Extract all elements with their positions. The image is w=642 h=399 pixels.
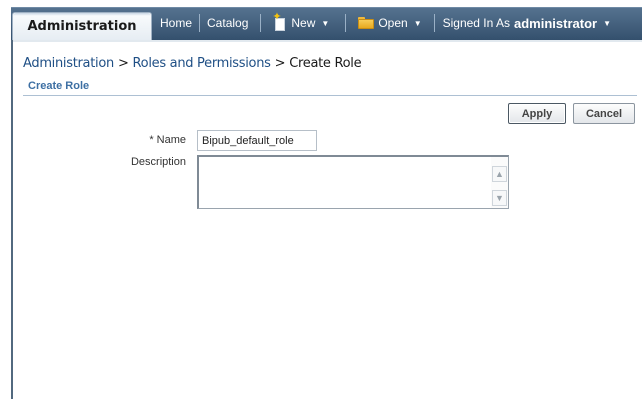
global-nav: Home Catalog ✦ New ▼ Open ▼ Signed In As… <box>156 12 615 34</box>
breadcrumb-roles-permissions[interactable]: Roles and Permissions <box>133 56 271 71</box>
name-field[interactable] <box>197 130 317 151</box>
nav-new-menu[interactable]: ✦ New ▼ <box>269 12 333 31</box>
description-label: Description <box>130 156 186 168</box>
name-label-row: * Name <box>100 134 186 146</box>
nav-divider <box>260 14 262 32</box>
breadcrumb-separator: > <box>117 56 129 71</box>
nav-divider <box>433 14 435 32</box>
required-marker: * <box>149 134 154 146</box>
nav-home[interactable]: Home <box>156 16 196 30</box>
breadcrumb-current: Create Role <box>289 56 362 71</box>
section-divider <box>23 95 637 96</box>
nav-divider <box>199 14 201 32</box>
section-title: Create Role <box>28 80 90 92</box>
chevron-down-icon: ▼ <box>321 18 330 28</box>
chevron-down-icon: ▼ <box>413 18 422 28</box>
description-field[interactable]: ▲ ▼ <box>197 155 509 209</box>
breadcrumb-administration[interactable]: Administration <box>23 56 114 71</box>
breadcrumb-separator: > <box>274 56 286 71</box>
breadcrumb: Administration > Roles and Permissions > Cre… <box>23 56 362 71</box>
cancel-button[interactable]: Cancel <box>573 103 635 124</box>
nav-home-label: Home <box>160 16 193 30</box>
folder-icon <box>358 17 375 29</box>
apply-button[interactable]: Apply <box>508 103 566 124</box>
nav-catalog[interactable]: Catalog <box>203 16 252 30</box>
header-underline <box>13 40 642 42</box>
nav-open-menu[interactable]: Open ▼ <box>354 16 425 30</box>
signed-in-prefix: Signed In As <box>442 16 510 30</box>
tab-administration-label: Administration <box>27 19 137 34</box>
nav-divider <box>345 14 347 32</box>
description-scrollbar[interactable]: ▲ ▼ <box>491 157 508 208</box>
frame-left-edge <box>11 40 13 399</box>
nav-catalog-label: Catalog <box>207 16 249 30</box>
tab-administration[interactable]: Administration <box>12 12 152 40</box>
scroll-up-icon[interactable]: ▲ <box>492 166 507 182</box>
new-document-icon: ✦ <box>272 12 287 31</box>
signed-in-user: administrator <box>514 15 598 31</box>
top-header: Administration Home Catalog ✦ New ▼ Open… <box>0 0 642 40</box>
nav-new-label: New <box>291 16 316 30</box>
nav-open-label: Open <box>378 16 408 30</box>
scroll-down-icon[interactable]: ▼ <box>492 190 507 206</box>
chevron-down-icon: ▼ <box>603 18 611 28</box>
name-label: Name <box>156 134 186 146</box>
signed-in-menu[interactable]: Signed In As administrator ▼ <box>439 16 615 31</box>
